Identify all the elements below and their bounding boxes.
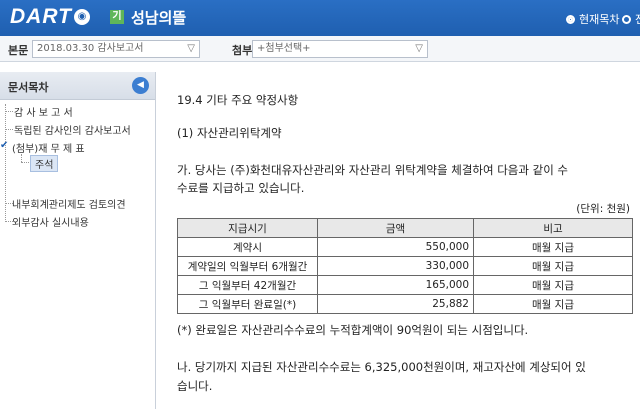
toc-item-internal-control[interactable]: 내부회계관리제도 검토의견 [12,196,126,211]
toc-item-auditor-report[interactable]: 독립된 감사인의 감사보고서 [14,122,131,137]
paragraph-b-line2: 습니다. [177,379,213,393]
table-row: 계약시 550,000 매월 지급 [177,237,633,257]
attachment-label: 첨부 [232,44,253,57]
top-bar: DART ◉ 기 성남의뜰 현재목차 전 [0,0,640,36]
section-heading: 19.4 기타 주요 약정사항 [177,93,299,107]
filter-bar: 본문 2018.03.30 감사보고서 ▽ 첨부 +첨부선택+ ▽ [0,36,640,62]
attachment-select[interactable]: +첨부선택+ ▽ [252,40,428,58]
toc-item-audit-report[interactable]: 감 사 보 고 서 [14,104,73,119]
subsection-heading: (1) 자산관리위탁계약 [177,126,282,140]
col-header: 금액 [317,218,474,238]
table-row: 계약일의 익월부터 6개월간 330,000 매월 지급 [177,256,633,276]
toc-panel: 문서목차 ◀ 감 사 보 고 서 독립된 감사인의 감사보고서 ✔ (첨부)재 … [0,72,156,409]
toc-header: 문서목차 ◀ [0,72,155,100]
unit-label: (단위: 천원) [576,203,630,215]
toc-item-external-audit[interactable]: 외부감사 실시내용 [12,214,89,229]
table-row: 그 익월부터 완료일(*) 25,882 매월 지급 [177,294,633,314]
toc-item-notes[interactable]: 주석 [30,155,59,172]
toc-item-financial-statements[interactable]: (첨부)재 무 제 표 [12,140,85,155]
col-header: 비고 [473,218,633,238]
table-header-row: 지급시기 금액 비고 [177,218,633,238]
chevron-down-icon: ▽ [415,43,423,54]
full-doc-option[interactable]: 전 [622,11,640,27]
fee-table: 지급시기 금액 비고 계약시 550,000 매월 지급 계약일의 익월부터 6… [177,218,633,314]
current-toc-option[interactable]: 현재목차 [566,11,619,27]
collapse-panel-icon[interactable]: ◀ [132,77,149,94]
main-doc-label: 본문 [8,44,29,57]
footnote: (*) 완료일은 자산관리수수료의 누적합계액이 90억원이 되는 시점입니다. [177,323,529,337]
chevron-down-icon[interactable]: ✔ [0,140,8,151]
paragraph-a-line2: 수료를 지급하고 있습니다. [177,181,305,195]
col-header: 지급시기 [177,218,318,238]
radio-selected-icon [566,14,575,24]
dart-logo[interactable]: DART ◉ [10,5,90,28]
main-doc-select[interactable]: 2018.03.30 감사보고서 ▽ [32,40,200,58]
radio-icon [622,14,631,24]
logo-text: DART [10,5,72,28]
corp-type-badge: 기 [110,10,124,24]
toc-title: 문서목차 [8,81,49,94]
paragraph-b-line1: 나. 당기까지 지급된 자산관리수수료는 6,325,000천원이며, 재고자산… [177,360,586,374]
document-body: 19.4 기타 주요 약정사항 (1) 자산관리위탁계약 가. 당사는 (주)화… [163,72,640,409]
paragraph-a-line1: 가. 당사는 (주)화천대유자산관리와 자산관리 위탁계약을 체결하여 다음과 … [177,163,569,177]
chevron-down-icon: ▽ [187,43,195,54]
logo-mark-icon: ◉ [73,9,90,25]
corp-name: 성남의뜰 [131,9,187,27]
table-row: 그 익월부터 42개월간 165,000 매월 지급 [177,275,633,295]
